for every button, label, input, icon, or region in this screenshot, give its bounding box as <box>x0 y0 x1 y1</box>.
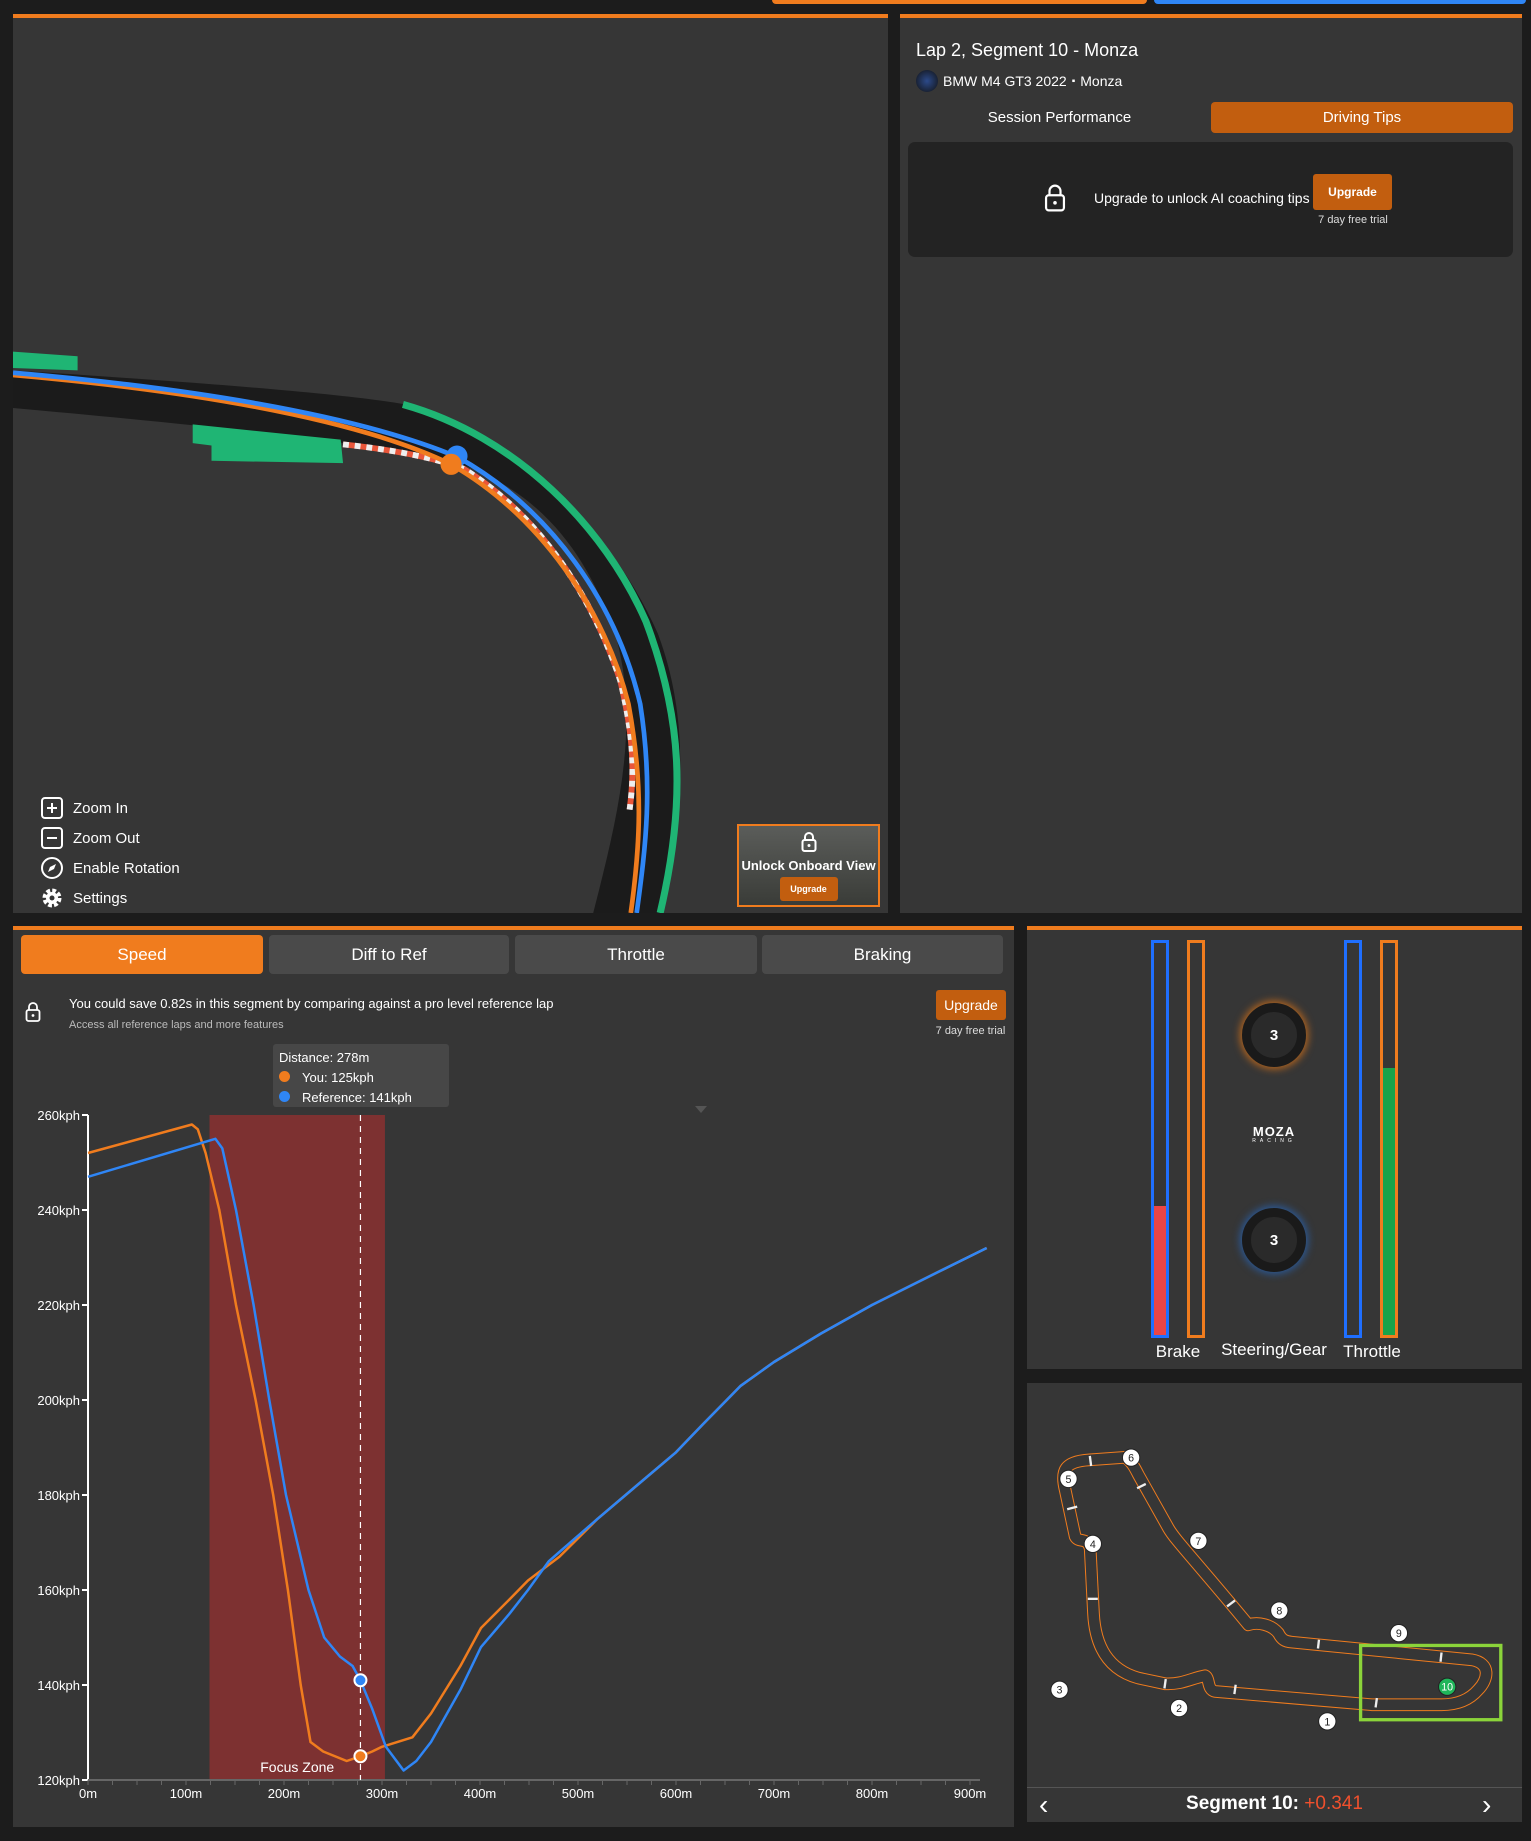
segment-delta: Segment 10: +0.341 <box>1027 1793 1522 1815</box>
lock-icon <box>1044 184 1066 212</box>
corner-marker[interactable]: 1 <box>1318 1712 1337 1731</box>
separator: ▪ <box>1071 75 1076 87</box>
chart-marker-triangle <box>695 1106 707 1113</box>
throttle-you-bar <box>1380 940 1398 1338</box>
x-tick-label: 600m <box>660 1786 693 1801</box>
gear-reference: 3 <box>1269 1231 1279 1249</box>
corner-label: 5 <box>1066 1474 1072 1486</box>
x-tick-label: 0m <box>79 1786 97 1801</box>
tooltip-you: You: 125kph <box>302 1070 374 1085</box>
corner-marker[interactable]: 10 <box>1438 1677 1457 1696</box>
top-tab-blue[interactable] <box>1154 0 1526 4</box>
cursor-point-reference <box>353 1673 368 1688</box>
x-tick-label: 900m <box>954 1786 987 1801</box>
brake-label: Brake <box>1155 1342 1201 1361</box>
y-tick-label: 220kph <box>37 1298 80 1313</box>
you-legend-dot <box>279 1071 290 1082</box>
focus-zone-label: Focus Zone <box>260 1759 334 1775</box>
y-tick-label: 120kph <box>37 1773 80 1788</box>
corner-marker[interactable]: 2 <box>1169 1698 1189 1718</box>
steering-wheel-you: 3 <box>1242 1003 1306 1067</box>
corner-label: 10 <box>1441 1682 1453 1694</box>
x-tick-label: 200m <box>268 1786 301 1801</box>
divider <box>1027 1787 1522 1788</box>
corner-marker[interactable]: 5 <box>1059 1469 1078 1489</box>
segment-delta-value: +0.341 <box>1304 1793 1363 1814</box>
x-tick-label: 700m <box>758 1786 791 1801</box>
y-tick-label: 260kph <box>37 1108 80 1123</box>
throttle-label: Throttle <box>1343 1342 1401 1361</box>
corner-marker[interactable]: 4 <box>1083 1534 1102 1554</box>
corner-label: 9 <box>1396 1628 1402 1640</box>
track-name: Monza <box>1080 73 1123 89</box>
brake-reference-bar <box>1151 940 1169 1338</box>
corner-label: 6 <box>1128 1453 1134 1465</box>
corner-label: 8 <box>1276 1605 1282 1617</box>
y-tick-label: 240kph <box>37 1203 80 1218</box>
brake-you-bar <box>1187 940 1205 1338</box>
x-tick-label: 400m <box>464 1786 497 1801</box>
corner-label: 7 <box>1195 1536 1201 1548</box>
x-tick-label: 800m <box>856 1786 889 1801</box>
x-tick-label: 500m <box>562 1786 595 1801</box>
segment-map-panel: 1 2 3 4 5 6 7 8 9 10 ‹ › Segment 10: +0.341 <box>1027 1383 1522 1822</box>
corner-marker[interactable]: 7 <box>1189 1531 1208 1551</box>
x-tick-label: 300m <box>366 1786 399 1801</box>
moza-logo-subtext: RACING <box>1252 1138 1296 1144</box>
moza-logo-text: MOZA <box>1252 1124 1296 1139</box>
y-tick-label: 160kph <box>37 1583 80 1598</box>
y-tick-label: 200kph <box>37 1393 80 1408</box>
brake-reference-fill <box>1154 1205 1166 1335</box>
y-tick-label: 140kph <box>37 1678 80 1693</box>
cursor-point-you <box>353 1749 368 1764</box>
corner-label: 2 <box>1176 1703 1182 1715</box>
corner-marker[interactable]: 6 <box>1121 1448 1141 1467</box>
x-tick-label: 100m <box>170 1786 203 1801</box>
moza-logo: MOZA RACING <box>1234 1124 1314 1144</box>
chart-tooltip: Distance: 278m You: 125kph Reference: 14… <box>273 1044 449 1107</box>
circuit-map[interactable]: 1 2 3 4 5 6 7 8 9 10 <box>1027 1383 1522 1787</box>
segment-label: Segment 10: <box>1186 1793 1300 1814</box>
trial-note: 7 day free trial <box>1318 214 1388 226</box>
gear-you: 3 <box>1269 1026 1279 1044</box>
tooltip-distance: Distance: 278m <box>279 1050 370 1065</box>
throttle-you-fill <box>1383 1068 1395 1335</box>
corner-label: 1 <box>1324 1716 1330 1728</box>
tooltip-reference: Reference: 141kph <box>302 1090 412 1105</box>
steering-label: Steering/Gear <box>1221 1340 1327 1359</box>
tips-upgrade-button[interactable]: Upgrade <box>1313 174 1392 210</box>
y-tick-label: 180kph <box>37 1488 80 1503</box>
corner-label: 4 <box>1090 1539 1096 1551</box>
corner-marker[interactable]: 9 <box>1389 1623 1409 1643</box>
corner-marker[interactable]: 3 <box>1050 1680 1069 1699</box>
tab-driving-tips[interactable]: Driving Tips <box>1211 102 1513 133</box>
speed-chart[interactable]: Focus Zone 120kph 140kph 160kph 180kph 200kph… <box>0 0 1020 1841</box>
corner-marker[interactable]: 8 <box>1270 1601 1289 1620</box>
throttle-reference-bar <box>1344 940 1362 1338</box>
steering-wheel-reference: 3 <box>1242 1208 1306 1272</box>
driver-inputs-panel <box>1027 926 1522 1369</box>
locked-message: Upgrade to unlock AI coaching tips <box>1094 190 1310 206</box>
reference-legend-dot <box>279 1091 290 1102</box>
circuit-outline <box>1057 1450 1493 1712</box>
corner-label: 3 <box>1057 1685 1063 1697</box>
